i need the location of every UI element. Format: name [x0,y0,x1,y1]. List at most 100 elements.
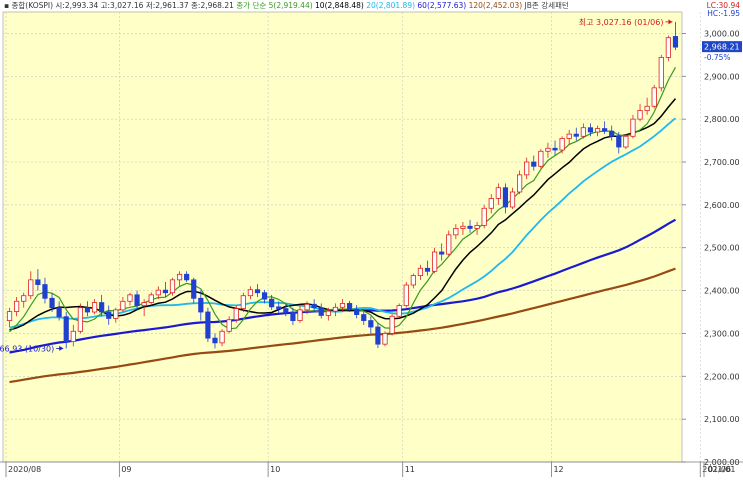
candle-body [162,289,168,294]
y-tick-label: 2,800.00 [704,115,740,124]
current-change-label: -0.75% [704,53,731,62]
candle-body [106,311,112,319]
candle[interactable] [403,282,409,308]
header-main: ▪ 종합(KOSPI) 시:2,993.34 고:3,027.16 저:2,96… [4,1,234,10]
candle-body [198,297,204,313]
candle[interactable] [651,84,657,109]
y-tick-label: 2,500.00 [704,244,740,253]
y-tick-label: 2,900.00 [704,72,740,81]
candle-body [269,298,275,308]
candle-body [531,161,537,167]
candle-body [6,311,13,321]
legend-item: 20(2,801.89) [364,1,415,10]
candle-body [63,316,69,342]
y-tick-label: 2,100.00 [704,415,740,424]
current-price-label: 2,968.21 [704,43,740,52]
candle-body [141,302,147,306]
candle-body [332,306,339,312]
candle-body [375,326,381,345]
candle[interactable] [389,314,395,336]
candle-body [304,303,310,311]
candle-body [616,135,622,148]
candle-body [120,300,126,311]
chart-header: ▪ 종합(KOSPI) 시:2,993.34 고:3,027.16 저:2,96… [4,0,569,10]
chart-canvas[interactable]: 3,000.00 2,900.00 2,800.00 2,700.00 2,600.00… [0,0,743,477]
candle-body [594,128,601,133]
candle-body [240,295,246,309]
candle-body [191,279,197,299]
candle-body [566,133,572,139]
candle-body [148,294,154,303]
candle-body [127,294,133,302]
candle-body [502,187,509,208]
candle-body [28,279,34,297]
candle-body [205,311,211,339]
legend-item: 종가 단순 5(2,919.44) [234,0,313,10]
y-tick-label: 2,600.00 [704,201,740,210]
candle-body [538,150,544,167]
candle-body [517,174,523,193]
candle-body [155,289,161,296]
x-tick-label: 11 [405,465,415,474]
candle-body [424,267,431,272]
candle[interactable] [658,54,664,92]
candle-body [552,147,558,151]
candle-body [283,308,289,313]
high-annotation: 최고 3,027.16 (01/06) [579,17,664,27]
candle-body [658,57,664,89]
plot-area [2,11,683,463]
candle-body [134,294,140,306]
legend-item: 60(2,577.63) [415,1,466,10]
kospi-candlestick-chart[interactable]: 3,000.00 2,900.00 2,800.00 2,700.00 2,600.00… [0,0,743,477]
candle-body [665,37,671,58]
y-tick-label: 2,300.00 [704,329,740,338]
candle-body [325,310,331,316]
candle-body [290,311,296,321]
candle-body [368,320,374,328]
low-annotation: 최저 2,266.93 (10/30) [0,343,54,353]
candle-body [49,297,55,309]
candle-body [417,267,424,276]
candle-body [403,284,409,306]
x-tick-label: 2020/08 [8,465,41,474]
x-axis-end-label: 01/06 [708,465,731,474]
candle-body [219,330,225,344]
candle-body [637,110,643,120]
candle[interactable] [538,149,544,169]
candle[interactable] [481,204,487,229]
candle-body [524,161,530,176]
candle[interactable] [623,134,629,150]
candle-body [56,307,62,318]
y-tick-label: 2,200.00 [704,372,740,381]
candle-body [651,87,657,107]
candle-body [467,225,473,229]
candle-body [261,292,268,300]
candle-body [509,191,516,208]
candle-body [42,284,48,299]
candle-body [439,251,445,255]
candle-body [233,308,239,321]
candle-body [396,305,402,317]
candle-body [389,315,395,334]
candle[interactable] [665,35,671,62]
y-tick-label: 2,400.00 [704,287,740,296]
candle-body [495,187,501,199]
candle-body [169,279,176,294]
candle[interactable] [382,331,388,347]
candle-body [14,300,20,312]
candle-body [559,138,565,151]
candle-body [623,135,629,148]
candle-body [602,128,608,132]
candle-body [354,309,360,315]
x-tick-label: 12 [553,465,563,474]
y-tick-label: 3,000.00 [704,29,740,38]
candle[interactable] [77,303,83,334]
candle[interactable] [169,277,176,296]
candle-body [410,275,416,286]
candle-body [176,273,183,281]
candle[interactable] [396,303,402,319]
candle-body [361,314,367,321]
legend-item: 10(2,848.48) [313,1,364,10]
candle-body [311,303,317,309]
candle[interactable] [205,307,211,342]
